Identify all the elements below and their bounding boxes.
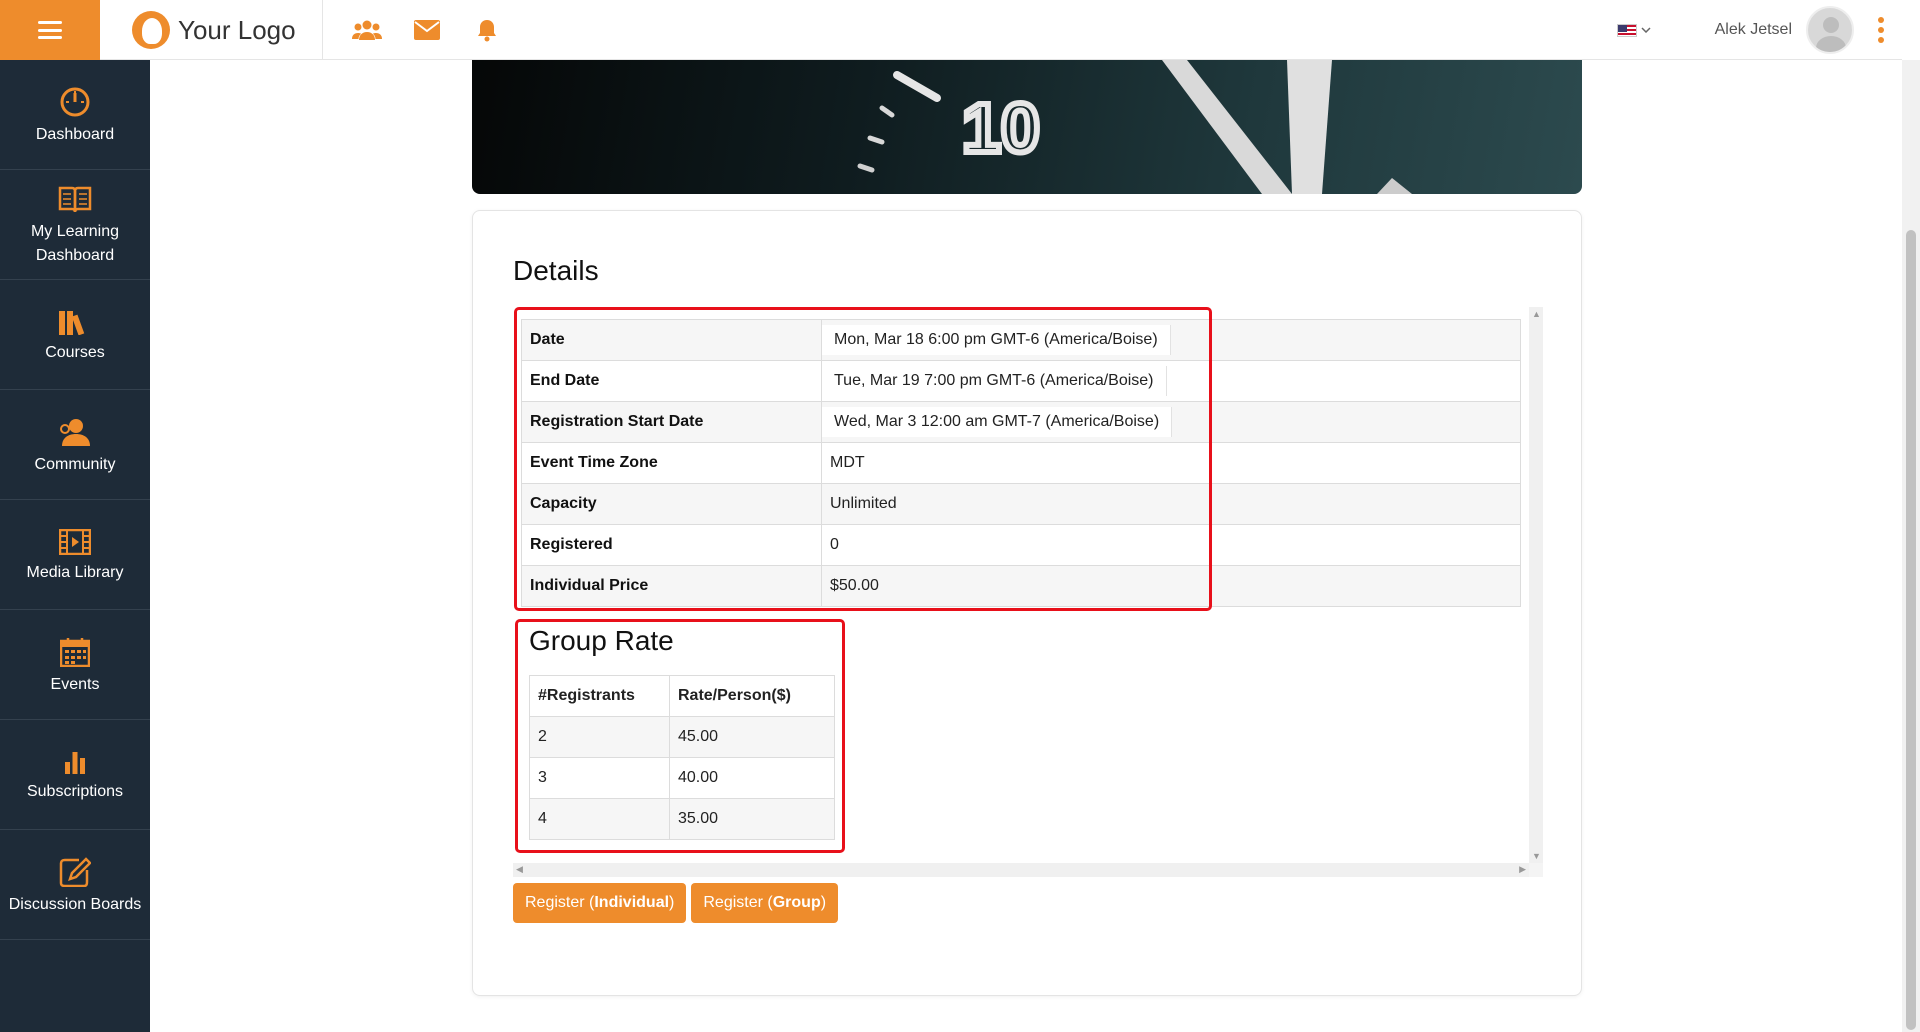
- avatar[interactable]: [1806, 6, 1854, 54]
- sidebar-item-discussion-boards[interactable]: Discussion Boards: [0, 830, 150, 940]
- sidebar-item-label: My Learning Dashboard: [30, 222, 120, 264]
- dashboard-icon: [60, 87, 90, 116]
- button-label-bold: Individual: [594, 894, 670, 911]
- details-heading: Details: [513, 255, 599, 286]
- sidebar-item-community[interactable]: Community: [0, 390, 150, 500]
- more-options-icon[interactable]: [1878, 17, 1884, 43]
- book-icon: [58, 186, 92, 212]
- sidebar-item-label: Dashboard: [35, 125, 115, 143]
- top-bar: Your Logo Alek Jetsel: [0, 0, 1902, 60]
- logo[interactable]: Your Logo: [132, 0, 296, 60]
- sidebar-item-dashboard[interactable]: Dashboard: [0, 60, 150, 170]
- bar-chart-icon: [65, 751, 85, 774]
- film-icon: [59, 528, 91, 555]
- clock-numeral: 10: [962, 89, 1040, 167]
- sidebar-item-media-library[interactable]: Media Library: [0, 500, 150, 610]
- button-label-suffix: ): [820, 894, 827, 911]
- user-area: Alek Jetsel: [1616, 0, 1884, 60]
- edit-icon: [59, 856, 91, 887]
- sidebar-item-label: Events: [50, 675, 100, 693]
- sidebar-item-label: Discussion Boards: [8, 895, 142, 913]
- button-label-prefix: Register (: [525, 894, 595, 911]
- menu-toggle-button[interactable]: [0, 0, 100, 60]
- calendar-icon: [60, 637, 90, 667]
- users-icon[interactable]: [352, 15, 382, 45]
- button-label-prefix: Register (: [703, 894, 773, 911]
- sidebar-item-events[interactable]: Events: [0, 610, 150, 720]
- page-scrollbar[interactable]: [1902, 60, 1920, 1032]
- button-label-bold: Group: [772, 894, 821, 911]
- bell-icon[interactable]: [472, 15, 502, 45]
- register-individual-button[interactable]: Register (Individual): [513, 883, 687, 923]
- event-banner-image: 10: [472, 60, 1582, 194]
- language-selector[interactable]: [1616, 23, 1651, 37]
- mail-icon[interactable]: [412, 15, 442, 45]
- user-name[interactable]: Alek Jetsel: [1715, 21, 1792, 39]
- books-icon: [59, 310, 85, 335]
- inner-vertical-scrollbar[interactable]: ▲ ▼: [1529, 307, 1543, 863]
- button-label-suffix: ): [669, 894, 675, 911]
- register-buttons: Register (Individual) Register (Group): [513, 883, 839, 923]
- sidebar: Dashboard My Learning Dashboard Courses …: [0, 60, 150, 1032]
- event-details-card: Details Date Mon, Mar 18 6:00 pm GMT-6 (…: [472, 210, 1582, 996]
- inner-horizontal-scrollbar[interactable]: ◀ ▶: [513, 863, 1529, 877]
- us-flag-icon: [1616, 23, 1637, 37]
- topbar-divider: [322, 0, 323, 60]
- sidebar-item-courses[interactable]: Courses: [0, 280, 150, 390]
- sidebar-item-label: Courses: [45, 343, 105, 361]
- details-highlight-box: [514, 307, 1212, 611]
- group-rate-highlight-box: [515, 619, 845, 853]
- sidebar-item-my-learning-dashboard[interactable]: My Learning Dashboard: [0, 170, 150, 280]
- sidebar-item-label: Subscriptions: [26, 782, 124, 800]
- hamburger-icon: [38, 21, 62, 39]
- sidebar-item-label: Media Library: [26, 563, 124, 581]
- community-icon: [60, 418, 90, 446]
- logo-text: Your Logo: [178, 14, 296, 45]
- sidebar-item-subscriptions[interactable]: Subscriptions: [0, 720, 150, 830]
- register-group-button[interactable]: Register (Group): [691, 883, 839, 923]
- chevron-down-icon: [1641, 27, 1651, 33]
- logo-icon: [132, 11, 170, 49]
- sidebar-item-label: Community: [34, 455, 116, 473]
- top-icons: [352, 0, 502, 60]
- details-scroll-area: Date Mon, Mar 18 6:00 pm GMT-6 (America/…: [513, 307, 1543, 877]
